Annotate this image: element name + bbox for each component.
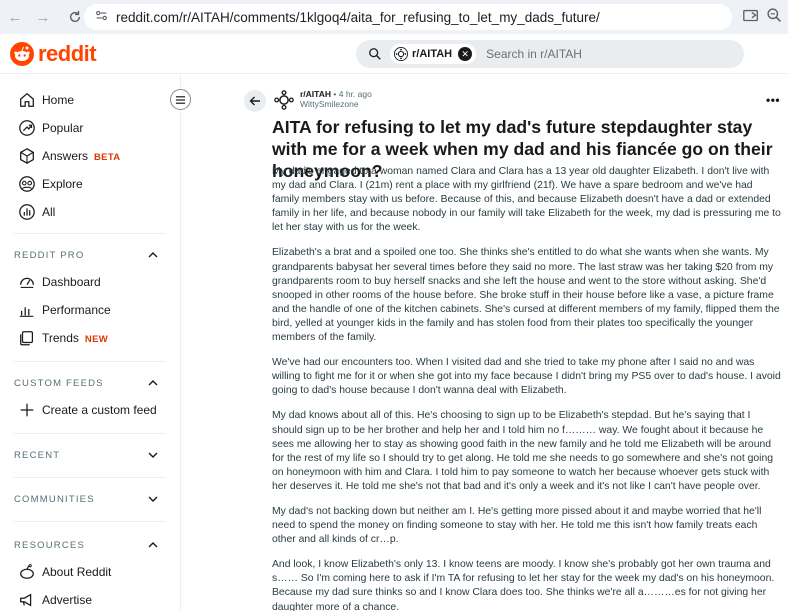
browser-forward-icon[interactable]: → [32, 6, 54, 28]
sidebar-item-label-group: Answers BETA [42, 149, 120, 163]
section-title: REDDIT PRO [14, 249, 85, 261]
sidebar-item-trends[interactable]: Trends NEW [0, 325, 180, 351]
sidebar-item-label: Advertise [42, 593, 93, 607]
browser-reload-icon[interactable] [64, 6, 86, 28]
arrow-left-icon [249, 96, 260, 106]
sidebar-item-popular[interactable]: Popular [0, 115, 180, 141]
sidebar-item-label: Popular [42, 121, 84, 135]
back-button[interactable] [244, 90, 266, 112]
sidebar-item-explore[interactable]: Explore [0, 171, 180, 197]
home-icon [20, 92, 34, 107]
sidebar-divider [14, 233, 166, 234]
sidebar-divider [14, 361, 166, 362]
create-custom-feed-button[interactable]: Create a custom feed [0, 397, 180, 423]
address-bar[interactable]: reddit.com/r/AITAH/comments/1klgoq4/aita… [84, 4, 732, 30]
logo-text: reddit [38, 41, 97, 66]
new-badge: NEW [84, 334, 108, 345]
reddit-logo[interactable]: reddit [10, 41, 97, 67]
sidebar-item-label: Answers [42, 149, 89, 163]
chevron-up-icon [148, 252, 158, 258]
sidebar-divider [14, 433, 166, 434]
search-icon [369, 48, 381, 60]
sidebar-item-about-reddit[interactable]: About Reddit [0, 559, 180, 585]
collapse-sidebar-button[interactable] [170, 89, 191, 110]
section-reddit-pro[interactable]: REDDIT PRO [14, 245, 159, 265]
popular-icon [19, 120, 35, 136]
subreddit-filter-chip[interactable]: r/AITAH ✕ [390, 44, 477, 64]
sidebar-item-label-group: Trends NEW [42, 331, 108, 345]
chevron-down-icon [148, 496, 158, 502]
sidebar-item-label: Dashboard [42, 275, 101, 289]
browser-toolbar: ← → reddit.com/r/AITAH/comments/1klgoq4/… [0, 0, 788, 34]
sidebar-item-label: Trends [42, 331, 79, 345]
reddit-snoo-icon [10, 42, 34, 66]
sidebar-item-dashboard[interactable]: Dashboard [0, 269, 180, 295]
post-paragraph: And look, I know Elizabeth's only 13. I … [272, 559, 775, 611]
sidebar-item-label: Home [42, 93, 75, 107]
trends-icon [20, 331, 34, 346]
all-icon [19, 204, 35, 220]
site-settings-icon[interactable] [90, 9, 112, 25]
post-paragraph: We've had our encounters too. When I vis… [272, 357, 781, 397]
sidebar-item-advertise[interactable]: Advertise [0, 587, 180, 611]
cast-icon[interactable] [742, 7, 762, 27]
about-icon [20, 564, 34, 579]
section-communities[interactable]: COMMUNITIES [14, 489, 159, 509]
sidebar-item-performance[interactable]: Performance [0, 297, 180, 323]
sidebar-divider [14, 477, 166, 478]
zoom-icon[interactable] [766, 7, 786, 27]
remove-filter-icon[interactable]: ✕ [458, 47, 473, 61]
post-paragraph: My dad knows about all of this. He's cho… [272, 410, 774, 492]
sidebar-item-answers[interactable]: Answers BETA [0, 143, 180, 169]
answers-icon [20, 148, 34, 164]
post-subreddit-link[interactable]: r/AITAH [300, 89, 331, 99]
section-resources[interactable]: RESOURCES [14, 535, 159, 555]
browser-back-icon[interactable]: ← [4, 6, 26, 28]
post-paragraph: My dad's not backing down but neither am… [272, 505, 762, 546]
performance-icon [19, 307, 34, 317]
advertise-icon [20, 593, 32, 607]
search-bar[interactable]: r/AITAH ✕ Search in r/AITAH [356, 40, 744, 68]
chevron-down-icon [148, 452, 158, 458]
post-paragraph: My dad's engaged to a woman named Clara … [272, 166, 781, 234]
explore-icon [19, 176, 35, 192]
create-feed-label: Create a custom feed [42, 403, 157, 417]
chevron-up-icon [148, 380, 158, 386]
post-time: 4 hr. ago [338, 89, 372, 99]
beta-badge: BETA [94, 152, 121, 163]
chevron-up-icon [148, 542, 158, 548]
post-body: My dad's engaged to a woman named Clara … [272, 165, 782, 611]
section-recent[interactable]: RECENT [14, 445, 159, 465]
sidebar-divider [14, 521, 166, 522]
dashboard-icon [20, 277, 34, 288]
sidebar-item-label: All [42, 205, 56, 219]
sidebar-item-all[interactable]: All [0, 199, 180, 225]
section-title: RESOURCES [14, 539, 85, 551]
sidebar-item-label: Performance [42, 303, 111, 317]
subreddit-chip-label: r/AITAH [412, 48, 453, 60]
reddit-header: reddit r/AITAH ✕ Search in r/AITAH [0, 34, 788, 74]
post-author-link[interactable]: WittySmilezone [300, 99, 372, 109]
section-title: RECENT [14, 449, 61, 461]
plus-icon [20, 403, 34, 417]
more-options-icon[interactable]: ••• [766, 93, 780, 107]
left-sidebar: Home Popular Answers BETA Explore All RED… [0, 75, 181, 611]
sidebar-item-home[interactable]: Home [0, 87, 180, 113]
search-placeholder: Search in r/AITAH [486, 47, 582, 61]
subreddit-avatar-icon [394, 47, 408, 61]
sidebar-item-label: About Reddit [42, 565, 112, 579]
post-meta: r/AITAH • 4 hr. ago WittySmilezone [300, 89, 372, 109]
subreddit-avatar-icon[interactable] [273, 89, 295, 111]
section-title: COMMUNITIES [14, 493, 95, 505]
section-custom-feeds[interactable]: CUSTOM FEEDS [14, 373, 159, 393]
menu-icon [175, 95, 186, 104]
section-title: CUSTOM FEEDS [14, 377, 104, 389]
sidebar-item-label: Explore [42, 177, 83, 191]
url-text: reddit.com/r/AITAH/comments/1klgoq4/aita… [116, 9, 600, 25]
meta-separator: • [333, 89, 337, 99]
post-paragraph: Elizabeth's a brat and a spoiled one too… [272, 247, 780, 344]
